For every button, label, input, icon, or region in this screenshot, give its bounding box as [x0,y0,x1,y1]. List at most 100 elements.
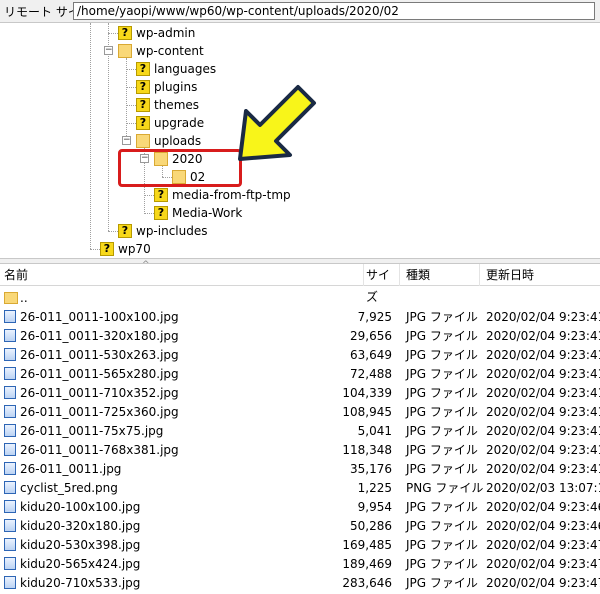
tree-line [90,249,100,250]
tree-line [126,69,136,70]
tree-item-themes[interactable]: ? themes [136,96,199,114]
tree-item-label: media-from-ftp-tmp [172,188,291,202]
file-type: JPG ファイル [406,424,478,438]
image-file-icon [4,462,16,475]
file-name: kidu20-320x180.jpg [20,518,141,533]
file-modified: 2020/02/04 9:23:47 [486,575,600,590]
collapse-icon[interactable]: − [122,136,131,145]
file-type: JPG ファイル [406,405,478,419]
image-file-icon [4,424,16,437]
file-size: 1,225 [357,480,392,495]
remote-directory-tree[interactable]: − − − ? wp-admin wp-content ? languages … [0,22,600,258]
file-size: 7,925 [357,309,392,324]
tree-item-languages[interactable]: ? languages [136,60,216,78]
column-header-size[interactable]: サイズ [364,264,400,304]
table-row[interactable]: kidu20-530x398.jpg 169,485 JPG ファイル 2020/02… [0,535,600,554]
file-modified: 2020/02/04 9:23:41 [486,423,600,438]
file-size: 29,656 [350,328,392,343]
table-row[interactable]: 26-011_0011-530x263.jpg 63,649 JPG ファイル 202… [0,345,600,364]
question-folder-icon: ? [100,242,114,256]
file-modified: 2020/02/03 13:07:11 [486,480,600,495]
table-row[interactable]: cyclist_5red.png 1,225 PNG ファイル 2020/02/03 … [0,478,600,497]
tree-line [108,231,118,232]
file-modified: 2020/02/04 9:23:41 [486,404,600,419]
tree-line [126,105,136,106]
column-header-type[interactable]: 種類 [400,264,480,286]
table-row[interactable]: 26-011_0011-100x100.jpg 7,925 JPG ファイル 2020… [0,307,600,326]
image-file-icon [4,500,16,513]
table-row[interactable]: kidu20-100x100.jpg 9,954 JPG ファイル 2020/02/0… [0,497,600,516]
file-name: cyclist_5red.png [20,480,118,495]
tree-item-label: themes [154,98,200,112]
folder-icon [4,292,18,304]
tree-item-media-work[interactable]: ? Media-Work [154,204,242,222]
file-size: 50,286 [350,518,392,533]
image-file-icon [4,538,16,551]
column-header-modified[interactable]: 更新日時 [480,264,600,286]
table-row[interactable]: 26-011_0011-320x180.jpg 29,656 JPG ファイル 202… [0,326,600,345]
column-header-name[interactable]: 名前 [0,264,364,286]
remote-path-input[interactable]: /home/yaopi/www/wp60/wp-content/uploads/… [73,2,595,20]
table-row[interactable]: 26-011_0011-710x352.jpg 104,339 JPG ファイル 20… [0,383,600,402]
tree-line [126,123,136,124]
table-row[interactable]: 26-011_0011-725x360.jpg 108,945 JPG ファイル 20… [0,402,600,421]
file-name: 26-011_0011-530x263.jpg [20,347,179,362]
file-size: 169,485 [342,537,392,552]
table-row[interactable]: kidu20-710x533.jpg 283,646 JPG ファイル 2020/02… [0,573,600,592]
question-folder-icon: ? [136,98,150,112]
image-file-icon [4,405,16,418]
file-size: 63,649 [350,347,392,362]
file-type: JPG ファイル [406,462,478,476]
tree-item-label: languages [154,62,217,76]
folder-icon [136,134,150,148]
file-size: 104,339 [342,385,392,400]
file-modified: 2020/02/04 9:23:41 [486,366,600,381]
image-file-icon [4,310,16,323]
image-file-icon [4,519,16,532]
tree-line [144,195,154,196]
table-row[interactable]: 26-011_0011-768x381.jpg 118,348 JPG ファイル 20… [0,440,600,459]
file-size: 189,469 [342,556,392,571]
tree-item-upgrade[interactable]: ? upgrade [136,114,204,132]
file-modified: 2020/02/04 9:23:41 [486,385,600,400]
file-type: JPG ファイル [406,348,478,362]
tree-item-uploads[interactable]: uploads [136,132,201,150]
remote-file-list[interactable]: ^ 名前 サイズ 種類 更新日時 .. 26-011_0011-100x100.… [0,260,600,594]
tree-item-media-from-ftp-tmp[interactable]: ? media-from-ftp-tmp [154,186,291,204]
tree-item-label: uploads [154,134,202,148]
file-size: 283,646 [342,575,392,590]
file-modified: 2020/02/04 9:23:46 [486,499,600,514]
table-row[interactable]: 26-011_0011-565x280.jpg 72,488 JPG ファイル 202… [0,364,600,383]
tree-line [126,87,136,88]
file-name: 26-011_0011-75x75.jpg [20,423,164,438]
tree-item-label: wp-content [136,44,204,58]
tree-line [108,33,118,34]
file-size: 72,488 [350,366,392,381]
tree-item-wp-content[interactable]: wp-content [118,42,204,60]
list-item-parent-directory[interactable]: .. [0,288,600,307]
tree-item-plugins[interactable]: ? plugins [136,78,197,96]
tree-item-label: wp70 [118,242,151,256]
tree-item-label: Media-Work [172,206,243,220]
file-name: 26-011_0011-100x100.jpg [20,309,179,324]
file-modified: 2020/02/04 9:23:41 [486,309,600,324]
file-name: kidu20-565x424.jpg [20,556,141,571]
file-modified: 2020/02/04 9:23:41 [486,328,600,343]
table-row[interactable]: kidu20-320x180.jpg 50,286 JPG ファイル 2020/02/… [0,516,600,535]
collapse-icon[interactable]: − [104,46,113,55]
table-row[interactable]: 26-011_0011.jpg 35,176 JPG ファイル 2020/02/04 … [0,459,600,478]
image-file-icon [4,367,16,380]
remote-site-label: リモート サイト: [4,4,96,19]
tree-item-wp70[interactable]: ? wp70 [100,240,151,258]
tree-item-wp-admin[interactable]: ? wp-admin [118,24,195,42]
tree-item-wp-includes[interactable]: ? wp-includes [118,222,208,240]
file-name: 26-011_0011-320x180.jpg [20,328,179,343]
file-size: 118,348 [342,442,392,457]
table-row[interactable]: kidu20-565x424.jpg 189,469 JPG ファイル 2020/02… [0,554,600,573]
file-list-header: ^ 名前 サイズ 種類 更新日時 [0,260,600,304]
file-modified: 2020/02/04 9:23:47 [486,556,600,571]
file-size: 5,041 [357,423,392,438]
table-row[interactable]: 26-011_0011-75x75.jpg 5,041 JPG ファイル 2020/0… [0,421,600,440]
file-name: 26-011_0011-725x360.jpg [20,404,179,419]
remote-site-bar: リモート サイト: /home/yaopi/www/wp60/wp-conten… [0,0,600,22]
